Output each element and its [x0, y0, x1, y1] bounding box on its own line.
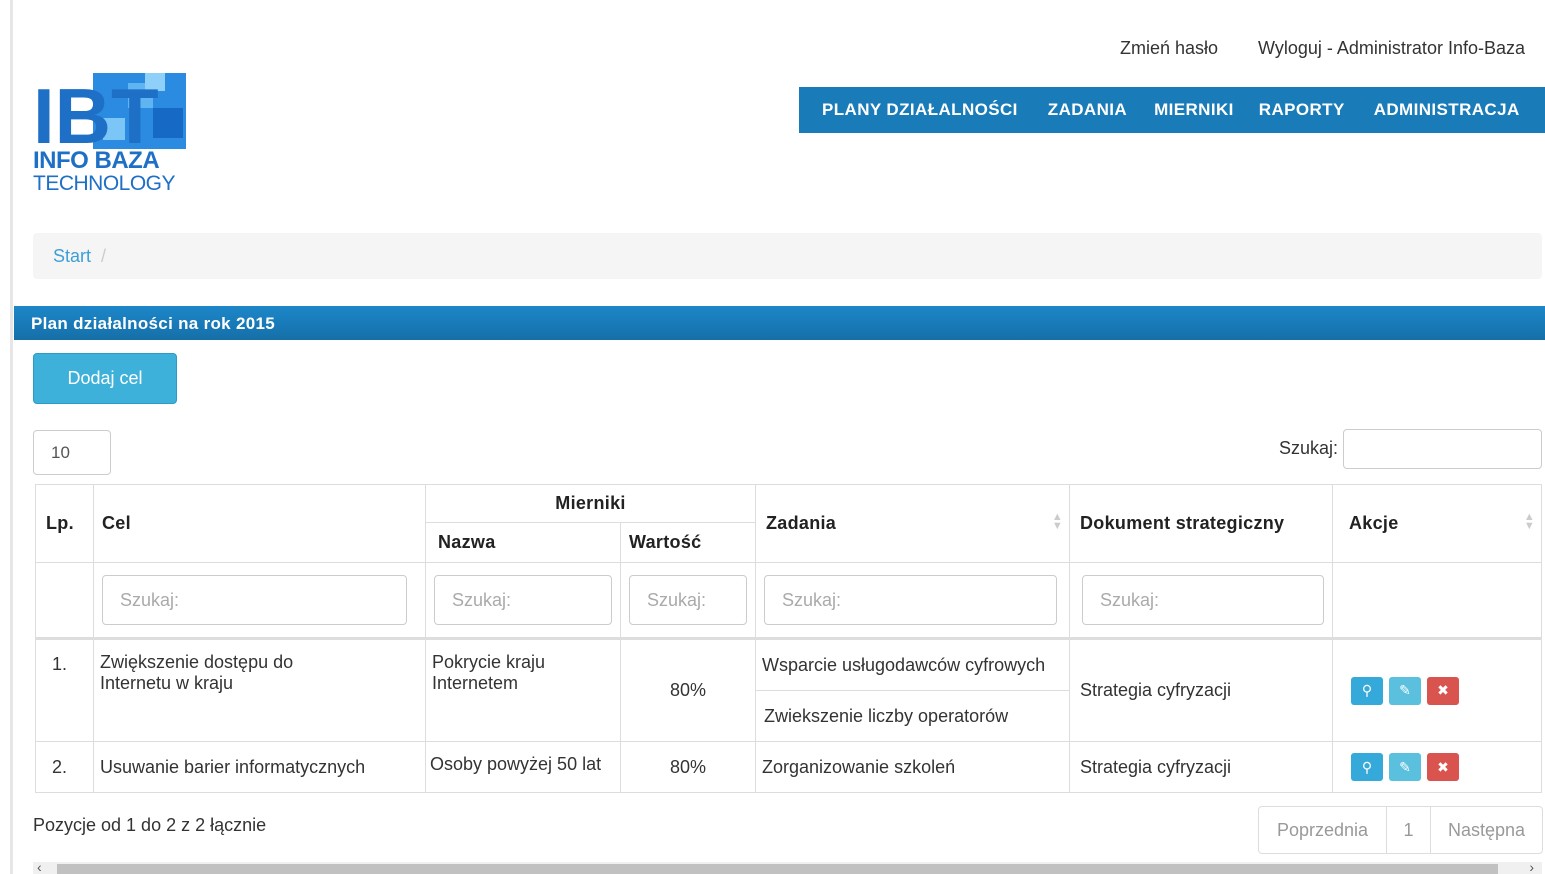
svg-text:IBT: IBT: [33, 73, 159, 149]
nav-raporty[interactable]: RAPORTY: [1259, 100, 1345, 120]
top-links: Zmień hasło Wyloguj - Administrator Info…: [1120, 38, 1525, 59]
add-goal-button[interactable]: Dodaj cel: [33, 353, 177, 404]
change-password-link[interactable]: Zmień hasło: [1120, 38, 1218, 59]
pagination: Poprzednia 1 Następna: [1258, 806, 1543, 854]
col-akcje-label: Akcje: [1349, 513, 1399, 533]
delete-button[interactable]: ✖: [1427, 676, 1459, 705]
col-zadania[interactable]: Zadania ▲ ▼: [755, 484, 1070, 563]
pagination-next[interactable]: Następna: [1430, 807, 1542, 853]
filter-lp: [35, 562, 94, 639]
panel-title: Plan działalności na rok 2015: [14, 306, 1545, 340]
col-wartosc[interactable]: Wartość: [620, 522, 756, 563]
col-lp[interactable]: Lp.: [35, 484, 94, 563]
table-row: 1. Zwiększenie dostępu do Internetu w kr…: [35, 638, 1542, 742]
col-dokument[interactable]: Dokument strategiczny: [1069, 484, 1333, 563]
view-button[interactable]: ⚲: [1351, 676, 1383, 705]
nav-plany[interactable]: PLANY DZIAŁALNOŚCI: [822, 100, 1018, 120]
filter-dokument-input[interactable]: [1082, 575, 1324, 625]
row-actions: ⚲ ✎ ✖: [1332, 741, 1542, 793]
logo-title: INFO BAZA: [33, 147, 160, 174]
filter-cel-input[interactable]: [102, 575, 407, 625]
filter-wartosc-input[interactable]: [629, 575, 747, 625]
breadcrumb: Start /: [33, 233, 1542, 279]
row-dokument: Strategia cyfryzacji: [1069, 741, 1333, 793]
scroll-left-icon[interactable]: ‹: [37, 859, 42, 874]
sort-icon: ▲ ▼: [1523, 511, 1535, 532]
close-icon: ✖: [1437, 682, 1449, 698]
row-lp: 2.: [35, 741, 94, 793]
row-zadanie: Wsparcie usługodawców cyfrowych: [755, 638, 1070, 691]
edit-icon: ✎: [1399, 758, 1411, 775]
table-info: Pozycje od 1 do 2 z 2 łącznie: [33, 815, 267, 835]
col-mierniki: Mierniki: [425, 484, 756, 523]
edit-icon: ✎: [1399, 682, 1411, 698]
row-cel: Zwiększenie dostępu do Internetu w kraju: [93, 638, 426, 742]
col-nazwa[interactable]: Nazwa: [425, 522, 621, 563]
view-button[interactable]: ⚲: [1351, 753, 1383, 781]
col-zadania-label: Zadania: [766, 513, 837, 533]
search-input[interactable]: [1343, 429, 1542, 469]
logo[interactable]: IBT INFO BAZA TECHNOLOGY: [33, 73, 188, 195]
scrollbar-thumb[interactable]: [57, 864, 1498, 874]
delete-button[interactable]: ✖: [1427, 753, 1459, 781]
logo-ibt-icon: IBT: [33, 73, 186, 149]
logo-subtitle: TECHNOLOGY: [33, 172, 176, 195]
main-nav: PLANY DZIAŁALNOŚCI ZADANIA MIERNIKI RAPO…: [799, 87, 1545, 133]
search-label: Szukaj:: [1278, 438, 1338, 458]
edit-button[interactable]: ✎: [1389, 676, 1421, 705]
row-actions: ⚲ ✎ ✖: [1332, 638, 1542, 742]
nav-zadania[interactable]: ZADANIA: [1048, 100, 1127, 120]
page-length-select[interactable]: 10: [33, 430, 111, 475]
horizontal-scrollbar[interactable]: ‹ ›: [33, 859, 1542, 874]
left-border: [10, 0, 13, 874]
row-lp: 1.: [35, 638, 94, 742]
nav-mierniki[interactable]: MIERNIKI: [1154, 100, 1234, 120]
breadcrumb-separator: /: [101, 245, 107, 266]
filter-akcje: [1332, 562, 1542, 639]
edit-button[interactable]: ✎: [1389, 753, 1421, 781]
row-dokument: Strategia cyfryzacji: [1069, 638, 1333, 742]
pagination-prev[interactable]: Poprzednia: [1259, 807, 1386, 853]
row-cel-text: Zwiększenie dostępu do Internetu w kraju: [100, 652, 294, 693]
row-nazwa: Pokrycie kraju Internetem: [425, 638, 621, 742]
row-wartosc: 80%: [620, 741, 756, 793]
scroll-right-icon[interactable]: ›: [1529, 859, 1534, 874]
row-cel: Usuwanie barier informatycznych: [93, 741, 426, 793]
breadcrumb-start[interactable]: Start: [53, 246, 91, 267]
row-zadanie: Zwiekszenie liczby operatorów: [755, 690, 1070, 742]
filter-zadania-input[interactable]: [764, 575, 1057, 625]
logout-link[interactable]: Wyloguj - Administrator Info-Baza: [1258, 38, 1525, 59]
goals-table: Lp. Cel Mierniki Zadania ▲ ▼ Dokument str…: [35, 484, 1542, 793]
row-nazwa: Osoby powyżej 50 lat: [425, 741, 621, 793]
close-icon: ✖: [1437, 758, 1449, 775]
filter-nazwa-input[interactable]: [434, 575, 612, 625]
pagination-page[interactable]: 1: [1386, 807, 1430, 853]
search-icon: ⚲: [1361, 758, 1373, 775]
table-row: 2. Usuwanie barier informatycznych Osoby…: [35, 741, 1542, 793]
sort-icon: ▲ ▼: [1051, 511, 1063, 532]
nav-administracja[interactable]: ADMINISTRACJA: [1374, 100, 1520, 120]
row-zadanie: Zorganizowanie szkoleń: [755, 741, 1070, 793]
row-wartosc: 80%: [620, 638, 756, 742]
col-akcje[interactable]: Akcje ▲ ▼: [1332, 484, 1542, 563]
search-icon: ⚲: [1361, 682, 1373, 698]
col-cel[interactable]: Cel: [93, 484, 426, 563]
